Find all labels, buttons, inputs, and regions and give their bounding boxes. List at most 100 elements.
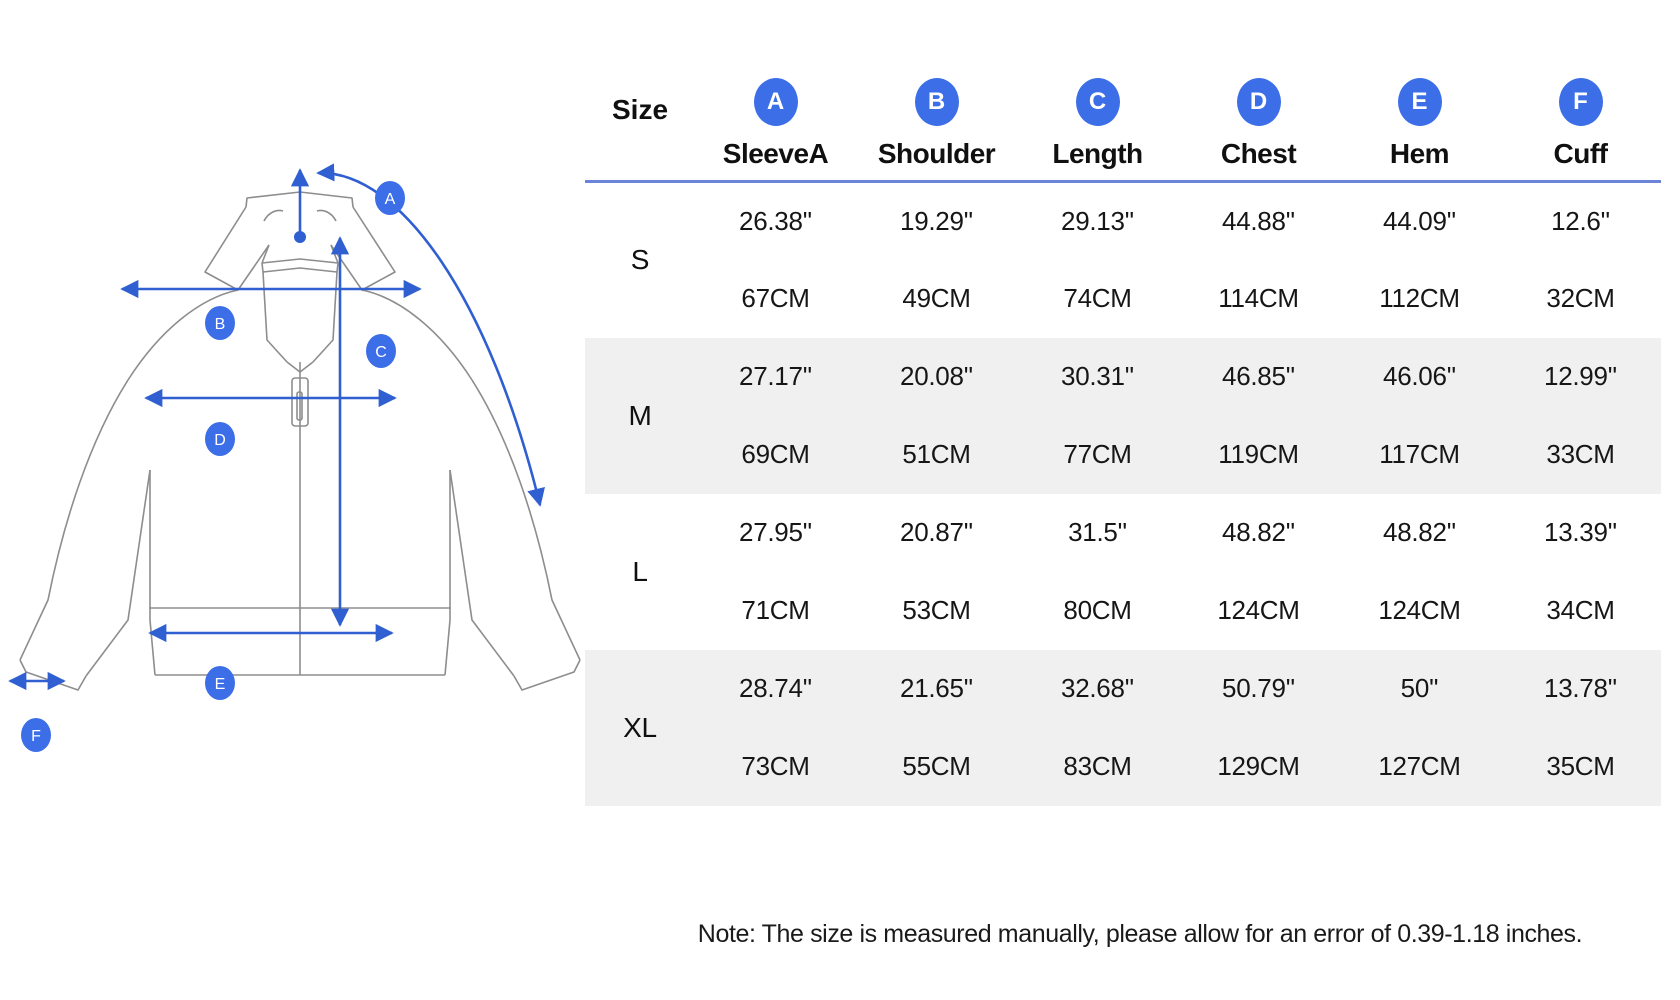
cell-m-length-cm: 77CM xyxy=(1017,416,1178,494)
table-row: 73CM 55CM 83CM 129CM 127CM 35CM xyxy=(585,728,1661,806)
cell-s-shoulder-cm: 49CM xyxy=(856,260,1017,338)
cell-l-shoulder-cm: 53CM xyxy=(856,572,1017,650)
table-row: XL 28.74'' 21.65'' 32.68'' 50.79'' 50'' … xyxy=(585,650,1661,728)
cell-l-chest-cm: 124CM xyxy=(1178,572,1339,650)
column-label-shoulder: Shoulder xyxy=(878,138,995,170)
table-row: 69CM 51CM 77CM 119CM 117CM 33CM xyxy=(585,416,1661,494)
badge-c-icon: C xyxy=(1076,78,1120,126)
jacket-outline xyxy=(20,192,580,690)
table-row: L 27.95'' 20.87'' 31.5'' 48.82'' 48.82''… xyxy=(585,494,1661,572)
cell-m-hem-in: 46.06'' xyxy=(1339,338,1500,416)
cell-m-chest-cm: 119CM xyxy=(1178,416,1339,494)
row-size-s: S xyxy=(585,182,695,338)
measure-line-a xyxy=(294,170,540,505)
cell-xl-sleevea-in: 28.74'' xyxy=(695,650,856,728)
badge-f-icon: F xyxy=(1559,78,1603,126)
cell-s-hem-in: 44.09'' xyxy=(1339,182,1500,260)
column-header-sleevea: A SleeveA xyxy=(695,20,856,182)
table-row: 71CM 53CM 80CM 124CM 124CM 34CM xyxy=(585,572,1661,650)
cell-m-cuff-cm: 33CM xyxy=(1500,416,1661,494)
cell-s-length-in: 29.13'' xyxy=(1017,182,1178,260)
cell-xl-hem-in: 50'' xyxy=(1339,650,1500,728)
marker-label-b: B xyxy=(215,316,226,333)
cell-l-length-cm: 80CM xyxy=(1017,572,1178,650)
badge-a-icon: A xyxy=(754,78,798,126)
marker-badge-e: E xyxy=(205,666,235,700)
column-header-size: Size xyxy=(585,20,695,182)
cell-m-shoulder-cm: 51CM xyxy=(856,416,1017,494)
cell-xl-length-cm: 83CM xyxy=(1017,728,1178,806)
cell-s-cuff-cm: 32CM xyxy=(1500,260,1661,338)
row-size-xl: XL xyxy=(585,650,695,806)
cell-xl-chest-in: 50.79'' xyxy=(1178,650,1339,728)
cell-s-shoulder-in: 19.29'' xyxy=(856,182,1017,260)
cell-l-hem-in: 48.82'' xyxy=(1339,494,1500,572)
cell-s-sleevea-cm: 67CM xyxy=(695,260,856,338)
badge-e-icon: E xyxy=(1398,78,1442,126)
table-row: 67CM 49CM 74CM 114CM 112CM 32CM xyxy=(585,260,1661,338)
cell-xl-cuff-cm: 35CM xyxy=(1500,728,1661,806)
marker-badge-a: A xyxy=(375,181,405,215)
marker-label-e: E xyxy=(215,676,226,693)
size-chart-table: Size A SleeveA B Shoulder xyxy=(585,20,1661,806)
cell-xl-chest-cm: 129CM xyxy=(1178,728,1339,806)
marker-label-c: C xyxy=(375,344,387,361)
cell-l-sleevea-in: 27.95'' xyxy=(695,494,856,572)
column-label-chest: Chest xyxy=(1221,138,1296,170)
garment-diagram-panel: A B C D E F xyxy=(0,0,600,1000)
marker-badge-c: C xyxy=(366,334,396,368)
cell-s-sleevea-in: 26.38'' xyxy=(695,182,856,260)
cell-s-chest-in: 44.88'' xyxy=(1178,182,1339,260)
cell-l-sleevea-cm: 71CM xyxy=(695,572,856,650)
marker-badge-d: D xyxy=(205,422,235,456)
cell-l-shoulder-in: 20.87'' xyxy=(856,494,1017,572)
column-header-cuff: F Cuff xyxy=(1500,20,1661,182)
cell-xl-shoulder-cm: 55CM xyxy=(856,728,1017,806)
column-label-sleevea: SleeveA xyxy=(723,138,828,170)
marker-label-d: D xyxy=(214,432,226,449)
cell-m-length-in: 30.31'' xyxy=(1017,338,1178,416)
size-header-label: Size xyxy=(612,94,668,170)
column-header-hem: E Hem xyxy=(1339,20,1500,182)
cell-m-hem-cm: 117CM xyxy=(1339,416,1500,494)
cell-m-sleevea-cm: 69CM xyxy=(695,416,856,494)
cell-m-cuff-in: 12.99'' xyxy=(1500,338,1661,416)
cell-l-hem-cm: 124CM xyxy=(1339,572,1500,650)
column-header-shoulder: B Shoulder xyxy=(856,20,1017,182)
marker-badge-b: B xyxy=(205,306,235,340)
size-table-panel: Size A SleeveA B Shoulder xyxy=(600,0,1680,1000)
cell-xl-sleevea-cm: 73CM xyxy=(695,728,856,806)
cell-l-chest-in: 48.82'' xyxy=(1178,494,1339,572)
cell-xl-hem-cm: 127CM xyxy=(1339,728,1500,806)
row-size-m: M xyxy=(585,338,695,494)
cell-m-chest-in: 46.85'' xyxy=(1178,338,1339,416)
size-table-body: S 26.38'' 19.29'' 29.13'' 44.88'' 44.09'… xyxy=(585,182,1661,806)
cell-l-length-in: 31.5'' xyxy=(1017,494,1178,572)
column-label-length: Length xyxy=(1052,138,1142,170)
measurement-note: Note: The size is measured manually, ple… xyxy=(600,920,1680,949)
column-label-cuff: Cuff xyxy=(1554,138,1608,170)
table-row: M 27.17'' 20.08'' 30.31'' 46.85'' 46.06'… xyxy=(585,338,1661,416)
jacket-technical-drawing: A B C D E F xyxy=(0,0,600,1000)
badge-b-icon: B xyxy=(915,78,959,126)
size-chart-page: A B C D E F xyxy=(0,0,1680,1000)
cell-s-hem-cm: 112CM xyxy=(1339,260,1500,338)
cell-xl-length-in: 32.68'' xyxy=(1017,650,1178,728)
cell-l-cuff-cm: 34CM xyxy=(1500,572,1661,650)
cell-m-shoulder-in: 20.08'' xyxy=(856,338,1017,416)
column-header-chest: D Chest xyxy=(1178,20,1339,182)
cell-xl-cuff-in: 13.78'' xyxy=(1500,650,1661,728)
cell-s-length-cm: 74CM xyxy=(1017,260,1178,338)
badge-d-icon: D xyxy=(1237,78,1281,126)
table-row: S 26.38'' 19.29'' 29.13'' 44.88'' 44.09'… xyxy=(585,182,1661,260)
row-size-l: L xyxy=(585,494,695,650)
marker-badge-f: F xyxy=(21,718,51,752)
column-label-hem: Hem xyxy=(1390,138,1449,170)
cell-xl-shoulder-in: 21.65'' xyxy=(856,650,1017,728)
marker-label-f: F xyxy=(31,728,41,745)
marker-label-a: A xyxy=(385,191,396,208)
cell-l-cuff-in: 13.39'' xyxy=(1500,494,1661,572)
cell-m-sleevea-in: 27.17'' xyxy=(695,338,856,416)
column-header-length: C Length xyxy=(1017,20,1178,182)
cell-s-cuff-in: 12.6'' xyxy=(1500,182,1661,260)
